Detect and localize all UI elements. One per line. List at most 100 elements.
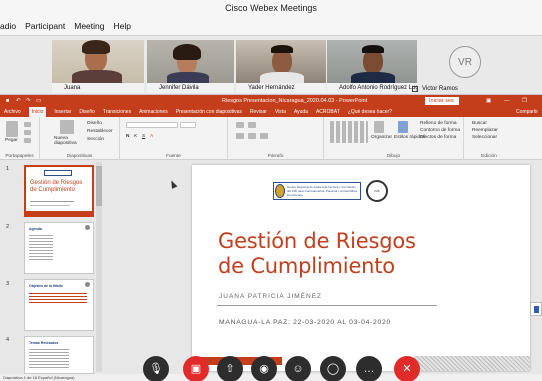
arrange-icon[interactable]: [374, 121, 384, 133]
ribbon-tabs: Archivo Inicio Insertar Diseño Transicio…: [0, 107, 542, 117]
participants-icon: ☺: [292, 363, 304, 375]
close-icon: ✕: [402, 363, 412, 375]
bullets-icon[interactable]: [236, 122, 244, 128]
layout-button[interactable]: Diseño: [87, 121, 102, 126]
slide-pattern: [414, 356, 530, 371]
start-slideshow-icon[interactable]: ▭: [36, 95, 41, 107]
slide-title[interactable]: Gestión de Riesgos de Cumplimiento: [218, 229, 416, 279]
tab-ayuda[interactable]: Ayuda: [294, 107, 308, 117]
participant-name: Jennifer Dávila: [147, 83, 234, 93]
thumbnail-title: Agenda: [29, 227, 42, 231]
ppt-file-title: Riesgos Presentacion_Nicaragua_2020.04.0…: [222, 98, 368, 104]
find-button[interactable]: Buscar: [472, 121, 487, 126]
signin-button[interactable]: Iniciar ses.: [425, 97, 460, 105]
quick-styles-icon[interactable]: [398, 121, 408, 133]
group-label: Diapositivas: [66, 154, 93, 159]
tab-archivo[interactable]: Archivo: [4, 107, 21, 117]
share-content-button[interactable]: ⇧: [217, 356, 243, 381]
imf-seal-icon: IMF: [366, 180, 388, 202]
shape-effects-button[interactable]: Efectos de forma: [420, 135, 456, 140]
more-options-button[interactable]: …: [356, 356, 382, 381]
arrange-button[interactable]: Organizar: [371, 135, 392, 140]
save-icon[interactable]: ■: [6, 95, 9, 107]
leave-meeting-button[interactable]: ✕: [394, 356, 420, 381]
tell-me-search[interactable]: ¿Qué desea hacer?: [348, 107, 392, 117]
section-button[interactable]: Sección: [87, 137, 104, 142]
align-center-icon[interactable]: [248, 133, 256, 139]
replace-button[interactable]: Reemplazar: [472, 128, 498, 133]
slide-number: 2: [6, 224, 10, 230]
group-clipboard: Pegar Portapapeles: [0, 117, 40, 160]
group-label: Edición: [481, 154, 497, 159]
new-slide-icon[interactable]: [60, 120, 74, 134]
new-slide-button[interactable]: Nueva diapositiva: [54, 136, 82, 146]
restore-icon[interactable]: ❐: [522, 95, 527, 107]
undo-icon[interactable]: ↶: [16, 95, 21, 107]
slide-number: 4: [6, 337, 10, 343]
ppt-title-bar: ■ ↶ ↷ ▭ Riesgos Presentacion_Nicaragua_2…: [0, 95, 542, 107]
copy-icon[interactable]: [24, 130, 31, 135]
tab-diseno[interactable]: Diseño: [79, 107, 95, 117]
record-button[interactable]: ◉: [251, 356, 277, 381]
tab-presentacion[interactable]: Presentación con diapositivas: [176, 107, 242, 117]
capta-logo: Centro Regional de Asistencia Técnica y …: [273, 182, 361, 200]
group-paragraph: Párrafo: [228, 117, 324, 160]
tab-animaciones[interactable]: Animaciones: [139, 107, 168, 117]
tab-insertar[interactable]: Insertar: [54, 107, 71, 117]
slide-author[interactable]: JUANA PATRICIA JIMÉNEZ: [219, 293, 322, 300]
slide-date[interactable]: MANAGUA-LA PAZ: 22-03-2020 AL 03-04-2020: [219, 319, 391, 326]
avatar: VR: [449, 46, 481, 78]
slide-thumbnail[interactable]: Agenda: [24, 222, 94, 274]
redo-icon[interactable]: ↷: [26, 95, 31, 107]
tab-inicio[interactable]: Inicio: [28, 107, 47, 117]
tab-revisar[interactable]: Revisar: [250, 107, 267, 117]
paste-button[interactable]: Pegar: [5, 138, 18, 143]
group-editing: Buscar Reemplazar Seleccionar Edición: [464, 117, 514, 160]
format-painter-icon[interactable]: [24, 138, 31, 143]
emblem-icon: [275, 184, 285, 198]
tab-transiciones[interactable]: Transiciones: [103, 107, 131, 117]
underline-icon[interactable]: S: [142, 134, 145, 139]
minimize-icon[interactable]: —: [504, 95, 510, 107]
share-button[interactable]: Compartir: [516, 107, 542, 117]
bold-icon[interactable]: N: [126, 134, 129, 139]
mute-button[interactable]: 🎙: [143, 356, 169, 381]
shape-outline-button[interactable]: Contorno de forma: [420, 128, 460, 133]
font-size-field[interactable]: [180, 122, 196, 128]
menu-participant[interactable]: Participant: [25, 21, 65, 31]
numbering-icon[interactable]: [248, 122, 256, 128]
ribbon-options-icon[interactable]: ▣: [486, 95, 491, 107]
slide-thumbnail[interactable]: Objetivo de la tiltulle: [24, 279, 94, 331]
participants-button[interactable]: ☺: [285, 356, 311, 381]
align-right-icon[interactable]: [260, 133, 268, 139]
font-name-field[interactable]: [126, 122, 178, 128]
menu-meeting[interactable]: Meeting: [74, 21, 104, 31]
participant-tile[interactable]: Juana: [52, 40, 144, 93]
tab-vista[interactable]: Vista: [275, 107, 286, 117]
bookmark-icon[interactable]: [530, 302, 542, 316]
font-color-icon[interactable]: A: [150, 134, 153, 139]
participant-tile[interactable]: Jennifer Dávila: [147, 40, 234, 93]
record-icon: ◉: [259, 363, 269, 375]
menu-audio[interactable]: adio: [0, 21, 16, 31]
chat-icon: ◯: [326, 363, 340, 375]
shape-fill-button[interactable]: Relleno de forma: [420, 121, 457, 126]
menu-help[interactable]: Help: [114, 21, 131, 31]
select-button[interactable]: Seleccionar: [472, 135, 497, 140]
slide-thumbnail[interactable]: Temas Revisados: [24, 336, 94, 374]
tab-acrobat[interactable]: ACROBAT: [316, 107, 340, 117]
participant-tile[interactable]: Yader Hernández: [236, 40, 326, 93]
video-off-icon: ▣: [190, 363, 202, 375]
italic-icon[interactable]: K: [134, 134, 137, 139]
shapes-gallery[interactable]: [330, 121, 368, 143]
cut-icon[interactable]: [24, 122, 31, 127]
chat-button[interactable]: ◯: [320, 356, 346, 381]
slide-thumbnail[interactable]: Gestión de Riesgos de Cumplimiento: [24, 165, 94, 217]
video-button[interactable]: ▣: [183, 356, 209, 381]
group-font: N K S A Fuente: [120, 117, 228, 160]
scrollbar-thumb[interactable]: [96, 166, 102, 206]
paste-icon[interactable]: [6, 121, 18, 137]
align-left-icon[interactable]: [236, 133, 244, 139]
reset-button[interactable]: Restablecer: [87, 129, 113, 134]
participant-tile-avatar[interactable]: VR: [399, 46, 537, 82]
